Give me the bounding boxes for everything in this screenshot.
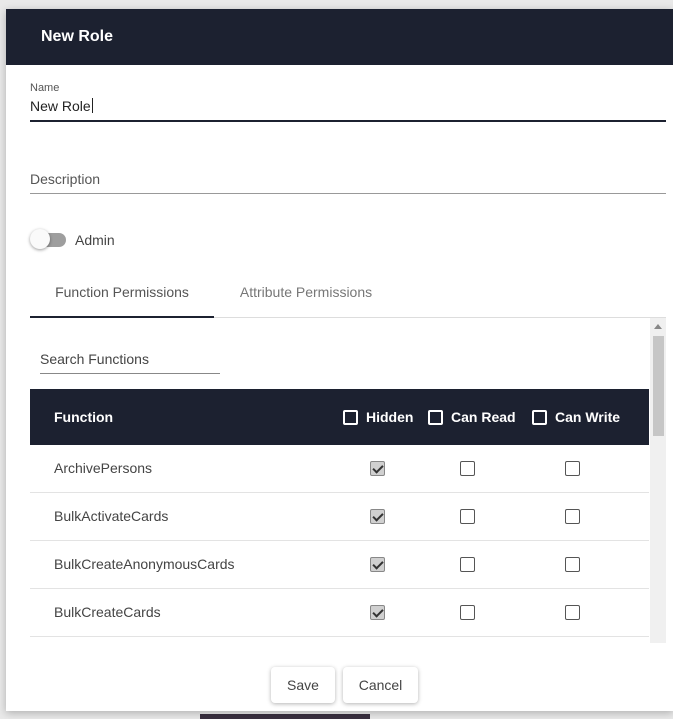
name-value: New Role (30, 98, 91, 114)
save-button[interactable]: Save (271, 667, 335, 703)
description-field[interactable]: Description (30, 166, 666, 194)
tab-function-permissions[interactable]: Function Permissions (30, 273, 214, 318)
function-name: BulkCreateCards (54, 604, 161, 620)
permission-tabs: Function Permissions Attribute Permissio… (30, 273, 666, 318)
can-read-checkbox[interactable] (460, 509, 475, 524)
hidden-checkbox[interactable] (370, 461, 385, 476)
vertical-scrollbar[interactable] (650, 318, 666, 643)
header-can-write-label: Can Write (555, 409, 621, 425)
hidden-checkbox[interactable] (370, 605, 385, 620)
search-functions-input[interactable]: Search Functions (40, 343, 220, 374)
table-row: BulkCreateAnonymousCards (30, 541, 649, 589)
table-row: ArchivePersons (30, 445, 649, 493)
hidden-checkbox[interactable] (370, 557, 385, 572)
name-input[interactable]: New Role (30, 98, 93, 114)
tab-attribute-permissions[interactable]: Attribute Permissions (214, 273, 398, 318)
text-caret (91, 98, 93, 113)
new-role-dialog: New Role Name New Role Description Admin… (6, 9, 673, 711)
description-placeholder: Description (30, 171, 101, 187)
header-can-read: Can Read (428, 389, 516, 445)
can-read-all-checkbox[interactable] (428, 410, 443, 425)
can-write-all-checkbox[interactable] (532, 410, 547, 425)
hidden-all-checkbox[interactable] (343, 410, 358, 425)
header-hidden-label: Hidden (366, 409, 414, 425)
function-name: BulkActivateCards (54, 508, 169, 524)
search-placeholder: Search Functions (40, 351, 149, 367)
name-label: Name (30, 82, 60, 94)
dialog-title: New Role (6, 9, 673, 65)
table-header: Function Hidden Can Read Can Write (30, 389, 649, 445)
can-write-checkbox[interactable] (565, 461, 580, 476)
header-hidden: Hidden (343, 389, 413, 445)
can-read-checkbox[interactable] (460, 605, 475, 620)
header-can-read-label: Can Read (451, 409, 516, 425)
can-read-checkbox[interactable] (460, 557, 475, 572)
admin-toggle-row: Admin (30, 229, 230, 251)
hidden-checkbox[interactable] (370, 509, 385, 524)
can-write-checkbox[interactable] (565, 605, 580, 620)
function-name: BulkCreateAnonymousCards (54, 556, 235, 572)
can-read-checkbox[interactable] (460, 461, 475, 476)
background-strip (200, 714, 370, 719)
permissions-table: Function Hidden Can Read Can Write Archi… (30, 389, 649, 637)
admin-toggle-thumb[interactable] (30, 229, 50, 249)
table-row: BulkActivateCards (30, 493, 649, 541)
can-write-checkbox[interactable] (565, 509, 580, 524)
function-permissions-panel: Search Functions Function Hidden Can Rea… (30, 318, 666, 643)
header-can-write: Can Write (532, 389, 620, 445)
cancel-button[interactable]: Cancel (343, 667, 418, 703)
function-name: ArchivePersons (54, 460, 153, 476)
admin-label: Admin (75, 232, 115, 248)
table-row: BulkCreateCards (30, 589, 649, 637)
name-field[interactable]: Name New Role (30, 82, 666, 122)
scrollbar-thumb[interactable] (653, 336, 664, 436)
scroll-up-arrow-icon[interactable] (654, 324, 662, 329)
header-function: Function (54, 409, 114, 425)
can-write-checkbox[interactable] (565, 557, 580, 572)
